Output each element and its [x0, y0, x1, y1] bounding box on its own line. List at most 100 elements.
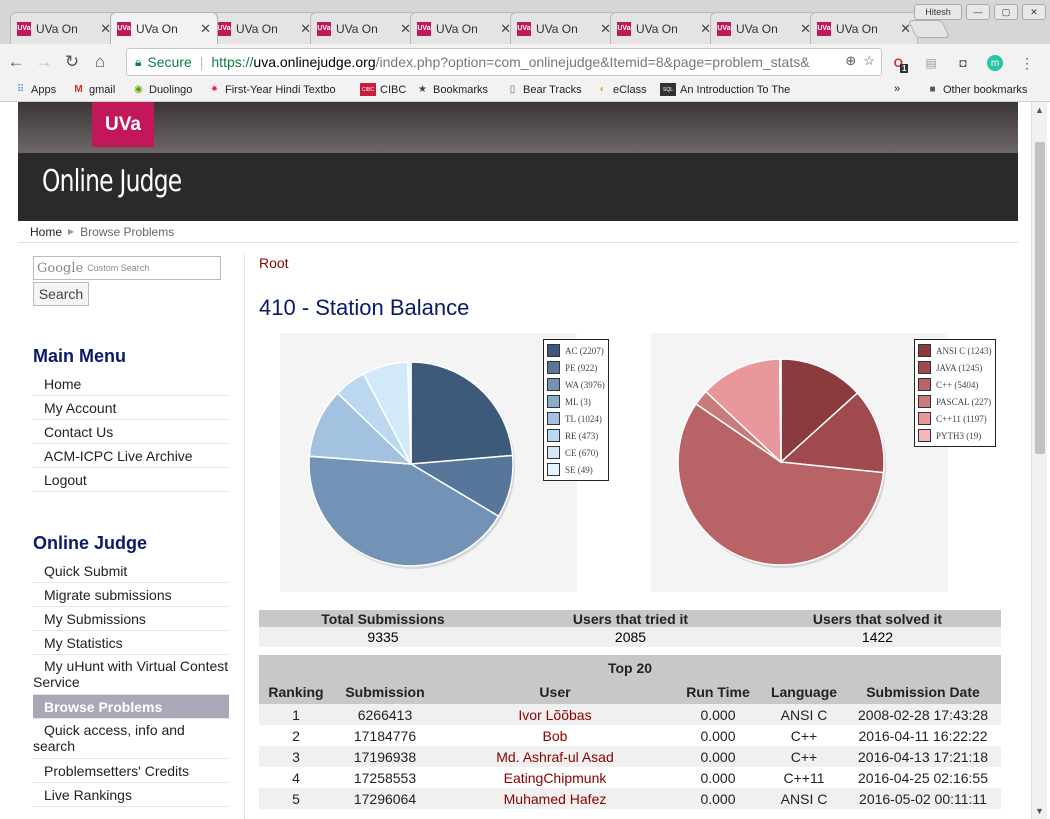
menu-item-uhunt[interactable]: My uHunt with Virtual Contest Service	[33, 655, 229, 695]
browser-tab[interactable]: UVa UVa On ✕	[210, 12, 318, 44]
stats-total-submissions: 9335	[259, 627, 507, 647]
extension-opera-icon[interactable]: O1	[890, 52, 912, 74]
menu-item-migrate-submissions[interactable]: Migrate submissions	[33, 583, 229, 607]
forward-arrow-icon[interactable]: →	[32, 50, 56, 74]
zoom-icon[interactable]: ⊕	[845, 53, 856, 68]
legend-entry: PYTH3 (19)	[918, 427, 992, 444]
other-bookmarks[interactable]: ■ Other bookmarks	[926, 83, 1027, 96]
menu-item-my-statistics[interactable]: My Statistics	[33, 631, 229, 655]
browser-tab[interactable]: UVa UVa On ✕	[10, 12, 118, 44]
menu-item-my-submissions[interactable]: My Submissions	[33, 607, 229, 631]
table-row: 1 6266413 Ivor Lõõbas 0.000 ANSI C 2008-02-28…	[259, 704, 1001, 725]
home-icon[interactable]: ⌂	[88, 50, 112, 74]
legend-entry: CE (670)	[547, 444, 605, 461]
bookmark-bear-tracks[interactable]: ▯ Bear Tracks	[506, 83, 582, 96]
lock-icon: 🔒︎	[135, 54, 142, 69]
table-row: 4 17258553 EatingChipmunk 0.000 C++11 2016-04…	[259, 767, 1001, 788]
legend-label: PYTH3 (19)	[936, 430, 982, 441]
uva-favicon-icon: UVa	[617, 21, 631, 36]
tab-strip: UVa UVa On ✕ UVa UVa On ✕ UVa UVa On ✕ UVa UVa …	[10, 12, 950, 44]
maximize-icon[interactable]: ▢	[994, 4, 1018, 20]
bookmark-hindi-textbook[interactable]: ✷ First-Year Hindi Textbo	[208, 83, 335, 96]
online-judge-menu: Quick Submit Migrate submissions My Subm…	[33, 559, 229, 807]
user-link[interactable]: Md. Ashraf-ul Asad	[437, 746, 673, 767]
extension-page-icon[interactable]: ▤	[920, 52, 942, 74]
search-button[interactable]: Search	[33, 282, 89, 306]
menu-item-contact-us[interactable]: Contact Us	[33, 420, 229, 444]
user-link[interactable]: Bob	[437, 725, 673, 746]
main-menu: Home My Account Contact Us ACM-ICPC Live…	[33, 372, 229, 492]
zoom-star-icons: ⊕ ☆	[845, 53, 875, 69]
bookmark-duolingo[interactable]: ◉ Duolingo	[132, 83, 192, 96]
browser-tab[interactable]: UVa UVa On ✕	[510, 12, 618, 44]
root-link[interactable]: Root	[259, 255, 289, 271]
uva-favicon-icon: UVa	[17, 21, 31, 36]
extension-bulb-icon[interactable]: ◘	[952, 52, 974, 74]
menu-item-live-rankings[interactable]: Live Rankings	[33, 783, 229, 807]
search-input[interactable]: Google Custom Search	[33, 256, 221, 280]
browser-tab[interactable]: UVa UVa On ✕	[610, 12, 718, 44]
bookmark-introduction[interactable]: SQL An Introduction To The	[660, 83, 794, 96]
legend-label: C++ (5404)	[936, 379, 979, 390]
page-icon: ▯	[509, 84, 516, 95]
close-icon[interactable]: ✕	[200, 21, 211, 37]
legend-entry: PE (922)	[547, 359, 605, 376]
breadcrumb: Home ▶ Browse Problems	[18, 221, 1018, 243]
uva-favicon-icon: UVa	[817, 21, 831, 36]
uva-logo[interactable]: UVa	[92, 102, 154, 147]
profile-button[interactable]: Hitesh	[914, 4, 962, 20]
legend-label: TL (1024)	[565, 413, 602, 424]
legend-label: RE (473)	[565, 430, 599, 441]
main-menu-title: Main Menu	[33, 346, 126, 366]
browser-tab[interactable]: UVa UVa On ✕	[810, 12, 918, 44]
uva-favicon-icon: UVa	[417, 21, 431, 36]
stats-users-tried: 2085	[507, 627, 754, 647]
duolingo-icon: ◉	[134, 84, 143, 95]
legend-entry: WA (3976)	[547, 376, 605, 393]
bookmark-bookmarks[interactable]: ★ Bookmarks	[416, 83, 488, 96]
browser-tab[interactable]: UVa UVa On ✕	[710, 12, 818, 44]
menu-item-live-archive[interactable]: ACM-ICPC Live Archive	[33, 444, 229, 468]
breadcrumb-home[interactable]: Home	[30, 225, 62, 239]
bookmarks-bar: ⠿ Apps Mgmail ◉ Duolingo ✷ First-Year Hindi…	[0, 80, 1050, 102]
legend-swatch	[547, 378, 560, 391]
menu-item-browse-problems[interactable]: Browse Problems	[33, 695, 229, 719]
menu-item-my-account[interactable]: My Account	[33, 396, 229, 420]
page-viewport: UVa Online Judge Home ▶ Browse Problems …	[0, 102, 1050, 819]
uva-favicon-icon: UVa	[317, 21, 331, 36]
back-arrow-icon[interactable]: ←	[4, 50, 28, 74]
bookmark-star-icon[interactable]: ☆	[863, 53, 875, 68]
vertical-scrollbar[interactable]: ▲ ▼	[1031, 102, 1047, 819]
menu-kebab-icon[interactable]: ⋮	[1016, 52, 1038, 74]
bookmark-gmail[interactable]: Mgmail	[72, 83, 115, 96]
user-link[interactable]: EatingChipmunk	[437, 767, 673, 788]
minimize-icon[interactable]: —	[966, 4, 990, 20]
browser-tab[interactable]: UVa UVa On ✕	[310, 12, 418, 44]
window-close-icon[interactable]: ✕	[1022, 4, 1046, 20]
bookmarks-overflow-icon[interactable]: »	[894, 83, 900, 95]
user-link[interactable]: Ivor Lõõbas	[437, 704, 673, 725]
browser-tab-active[interactable]: UVa UVa On ✕	[110, 12, 218, 44]
legend-label: PASCAL (227)	[936, 396, 992, 407]
browser-tab[interactable]: UVa UVa On ✕	[410, 12, 518, 44]
scroll-up-arrow-icon[interactable]: ▲	[1035, 105, 1044, 115]
table-row: 3 17196938 Md. Ashraf-ul Asad 0.000 C++ 2016-…	[259, 746, 1001, 767]
bookmark-cibc[interactable]: CIBC CIBC	[360, 83, 406, 96]
address-bar[interactable]: 🔒︎ Secure | https://uva.onlinejudge.org /…	[126, 48, 882, 76]
star-icon: ★	[418, 84, 427, 95]
bookmark-eclass[interactable]: ◐ eClass	[596, 83, 646, 96]
scrollbar-thumb[interactable]	[1035, 142, 1045, 454]
menu-item-quick-submit[interactable]: Quick Submit	[33, 559, 229, 583]
legend-entry: ANSI C (1243)	[918, 342, 992, 359]
legend-entry: SE (49)	[547, 461, 605, 478]
bookmark-apps[interactable]: ⠿ Apps	[14, 83, 56, 96]
extension-m-icon[interactable]: m	[984, 52, 1006, 74]
user-link[interactable]: Muhamed Hafez	[437, 788, 673, 809]
menu-item-home[interactable]: Home	[33, 372, 229, 396]
reload-icon[interactable]: ↻	[60, 50, 84, 74]
legend-entry: AC (2207)	[547, 342, 605, 359]
menu-item-logout[interactable]: Logout	[33, 468, 229, 492]
scroll-down-arrow-icon[interactable]: ▼	[1035, 806, 1044, 816]
menu-item-problemsetters-credits[interactable]: Problemsetters' Credits	[33, 759, 229, 783]
menu-item-quick-access[interactable]: Quick access, info and search	[33, 719, 229, 759]
